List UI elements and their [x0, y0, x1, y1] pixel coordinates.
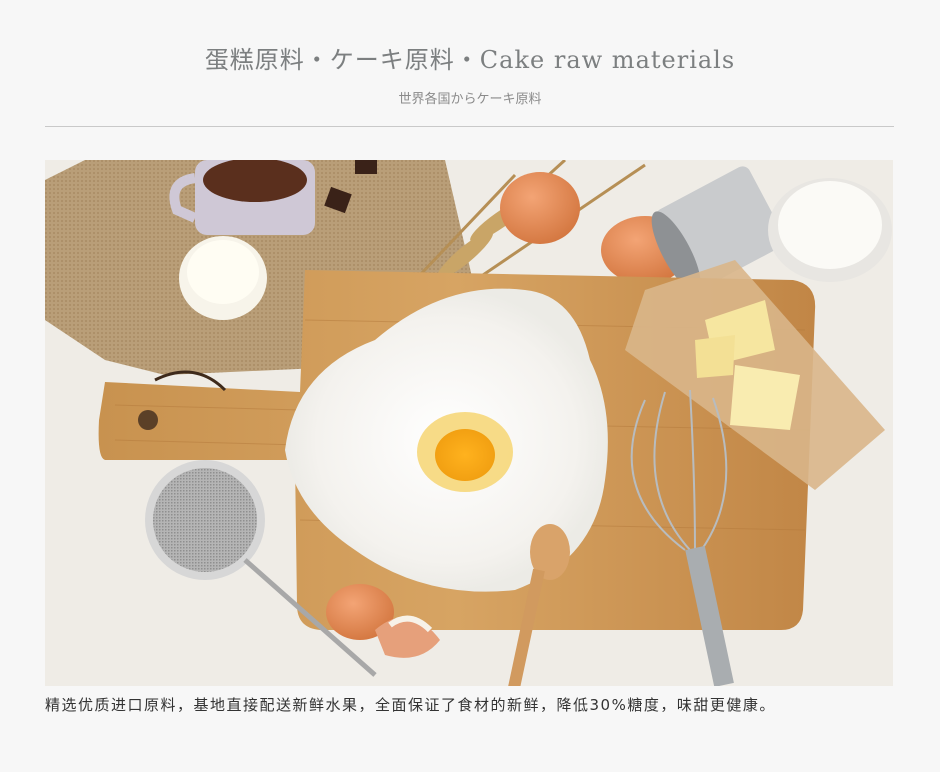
description-text: 精选优质进口原料，基地直接配送新鲜水果，全面保证了食材的新鲜，降低30%糖度，味…: [45, 696, 776, 714]
page-title: 蛋糕原料・ケーキ原料・Cake raw materials: [204, 46, 736, 74]
page-subtitle: 世界各国からケーキ原料: [398, 92, 542, 107]
divider: [45, 126, 894, 127]
ingredients-photo: [45, 160, 893, 686]
